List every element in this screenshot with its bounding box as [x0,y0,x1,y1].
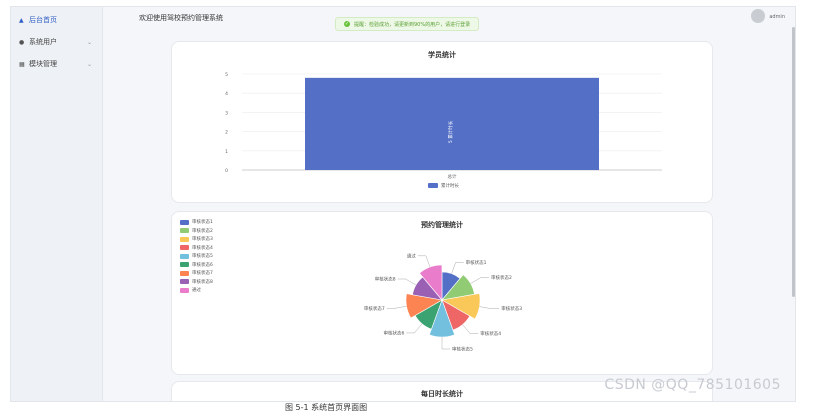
success-toast: ✓ 提醒：检验成功，请更新到90%的用户，请进行登录 [335,17,480,31]
sidebar-item-label: 后台首页 [29,16,57,24]
user-icon: ● [19,38,25,46]
y-tick-label: 1 [225,149,228,155]
watermark: CSDN @QQ_785101605 [604,377,781,393]
slice-label: 审核状态3 [501,305,522,312]
label-line [441,337,450,350]
data-label: 5 累计时长 [447,120,454,143]
label-line [386,306,407,309]
app-window: ▲ 后台首页 ● 系统用户 ⌄ ▦ 模块管理 ⌄ 欢迎使用驾校预约管理系统 ✓ … [10,6,796,402]
y-tick-label: 4 [225,91,228,97]
avatar[interactable] [751,9,765,23]
home-icon: ▲ [19,16,24,24]
y-tick-label: 0 [225,168,228,174]
welcome-text: 欢迎使用驾校预约管理系统 [139,14,223,22]
grid-icon: ▦ [19,60,25,68]
sidebar-item-module-management[interactable]: ▦ 模块管理 ⌄ [11,53,102,75]
slice-label: 审核状态5 [452,346,473,353]
legend-swatch [428,183,438,188]
pie-chart: 审核状态1 审核状态2 审核状态3 审核状态4 审核状态5 审核状态6 审核状态7 审核状态8… [364,252,522,353]
label-line [451,262,464,274]
chevron-down-icon: ⌄ [86,60,92,68]
sidebar-item-home[interactable]: ▲ 后台首页 [11,9,102,31]
slice-label: 审核状态7 [364,305,385,312]
slice-label: 审核状态2 [491,274,512,281]
scrollbar[interactable] [792,27,795,297]
username[interactable]: admin [769,14,785,20]
success-icon: ✓ [344,21,350,27]
slice-label: 审核状态8 [375,276,396,283]
y-tick-label: 5 [225,72,228,78]
sidebar-item-label: 系统用户 [29,38,57,46]
student-stats-card: 学员统计 0123455 累计时长 总计 累计时长 [171,41,713,203]
slice-label: 审核状态6 [383,329,404,336]
y-tick-label: 3 [225,110,228,116]
label-line [417,255,431,268]
slice-label: 审核状态1 [466,259,487,266]
reservation-stats-card: 预约管理统计 审核状态1 审核状态2 审核状态3 审核状态4 审核状态5 审核状态6 审核状… [171,211,713,375]
label-line [397,278,417,286]
chevron-down-icon: ⌄ [86,38,92,46]
label-line [470,277,489,284]
slice-label: 审核状态4 [480,330,501,337]
figure-caption: 图 5-1 系统首页界面图 [285,403,368,412]
label-line [462,324,479,334]
y-tick-label: 2 [225,130,228,136]
slice-label: 通过 [407,252,416,259]
x-tick-label: 总计 [448,173,457,180]
sidebar-item-system-users[interactable]: ● 系统用户 ⌄ [11,31,102,53]
top-header: 欢迎使用驾校预约管理系统 ✓ 提醒：检验成功，请更新到90%的用户，请进行登录 … [103,7,795,31]
bar-chart: 0 1 2 3 4 5 5 累计时长总计累计时长 [225,72,662,189]
label-line [406,323,423,334]
toast-message: 提醒：检验成功，请更新到90%的用户，请进行登录 [354,21,471,28]
label-line [479,306,500,309]
sidebar: ▲ 后台首页 ● 系统用户 ⌄ ▦ 模块管理 ⌄ [11,7,103,401]
sidebar-item-label: 模块管理 [29,60,57,68]
legend-label: 累计时长 [441,182,459,189]
